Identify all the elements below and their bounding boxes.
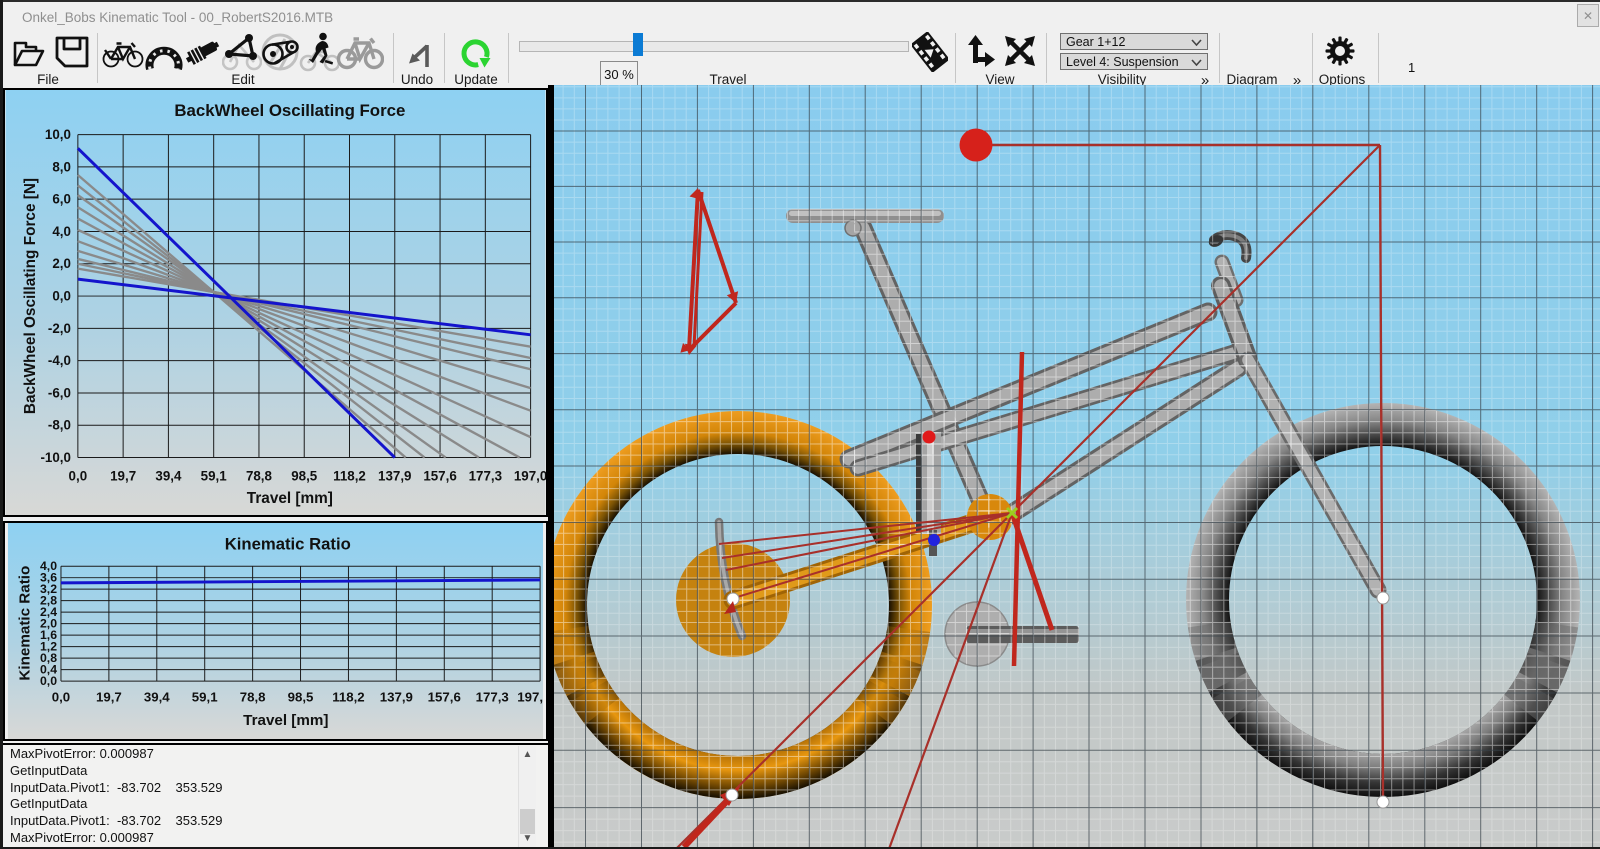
svg-text:-2,0: -2,0 [48, 321, 71, 336]
svg-text:6,0: 6,0 [52, 192, 71, 207]
svg-text:-10,0: -10,0 [40, 450, 70, 465]
svg-text:197,: 197, [517, 690, 543, 705]
svg-text:137,9: 137,9 [378, 468, 411, 483]
svg-text:Travel [mm]: Travel [mm] [247, 490, 333, 507]
svg-text:BackWheel Oscillating Force: BackWheel Oscillating Force [174, 101, 405, 120]
svg-text:2,0: 2,0 [52, 256, 71, 271]
svg-text:39,4: 39,4 [155, 468, 182, 483]
svg-text:-4,0: -4,0 [48, 353, 71, 368]
svg-text:Kinematic Ratio: Kinematic Ratio [17, 566, 34, 681]
svg-text:98,5: 98,5 [288, 690, 314, 705]
svg-text:59,1: 59,1 [192, 690, 218, 705]
svg-text:98,5: 98,5 [291, 468, 318, 483]
svg-text:19,7: 19,7 [96, 690, 122, 705]
svg-text:39,4: 39,4 [144, 690, 170, 705]
svg-text:78,8: 78,8 [246, 468, 273, 483]
svg-text:177,3: 177,3 [476, 690, 509, 705]
svg-text:157,6: 157,6 [423, 468, 456, 483]
svg-text:-8,0: -8,0 [48, 418, 71, 433]
svg-text:-6,0: -6,0 [48, 385, 71, 400]
svg-text:137,9: 137,9 [380, 690, 413, 705]
svg-text:19,7: 19,7 [110, 468, 136, 483]
svg-text:8,0: 8,0 [52, 159, 71, 174]
svg-text:197,0: 197,0 [514, 468, 547, 483]
svg-text:0,0: 0,0 [52, 690, 70, 705]
svg-text:157,6: 157,6 [428, 690, 461, 705]
svg-text:0,0: 0,0 [52, 289, 71, 304]
svg-text:Kinematic Ratio: Kinematic Ratio [225, 535, 351, 554]
svg-text:10,0: 10,0 [45, 127, 71, 142]
svg-text:118,2: 118,2 [333, 468, 366, 483]
svg-text:59,1: 59,1 [201, 468, 228, 483]
svg-text:BackWheel Oscillating Force [N: BackWheel Oscillating Force [N] [22, 178, 39, 414]
svg-text:4,0: 4,0 [52, 224, 71, 239]
svg-text:0,0: 0,0 [69, 468, 88, 483]
svg-text:177,3: 177,3 [469, 468, 502, 483]
svg-text:Travel [mm]: Travel [mm] [243, 712, 328, 729]
svg-text:118,2: 118,2 [332, 690, 364, 705]
svg-text:0,0: 0,0 [40, 674, 57, 688]
svg-text:78,8: 78,8 [240, 690, 266, 705]
